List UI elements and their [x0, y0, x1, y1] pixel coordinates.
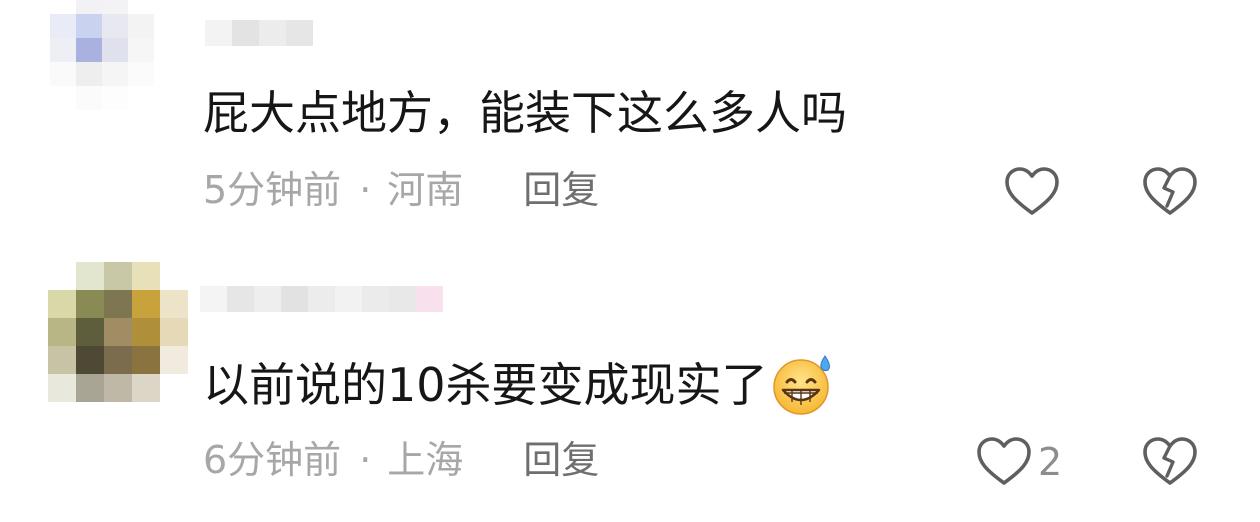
like-count: 2	[1038, 440, 1063, 484]
username-pixel	[286, 20, 313, 46]
username-pixel	[308, 286, 335, 312]
avatar-pixel	[160, 262, 188, 290]
avatar-pixel	[154, 38, 180, 62]
username-pixel	[416, 286, 443, 312]
reply-button[interactable]: 回复	[523, 436, 599, 484]
username-pixel	[200, 286, 227, 312]
avatar-pixel	[76, 346, 104, 374]
avatar-pixel	[102, 0, 128, 14]
avatar-pixel	[154, 62, 180, 86]
avatar-pixel	[132, 346, 160, 374]
avatar-pixel	[50, 38, 76, 62]
like-button[interactable]	[1004, 166, 1066, 218]
avatar-pixel	[128, 14, 154, 38]
avatar-pixel	[102, 14, 128, 38]
avatar-pixel	[154, 14, 180, 38]
avatar-pixel	[76, 86, 102, 110]
avatar-pixel	[160, 374, 188, 402]
avatar-pixel	[104, 262, 132, 290]
avatar-pixel	[128, 62, 154, 86]
avatar-pixel	[102, 62, 128, 86]
like-button[interactable]: 2	[976, 436, 1062, 488]
avatar-pixel	[76, 262, 104, 290]
avatar-pixel	[76, 318, 104, 346]
avatar-pixel	[128, 38, 154, 62]
broken-heart-icon	[1143, 437, 1197, 485]
avatar-pixel	[160, 346, 188, 374]
comment-time: 6分钟前	[203, 438, 342, 482]
avatar-pixel	[48, 290, 76, 318]
avatar-pixel	[132, 262, 160, 290]
avatar-pixel	[128, 86, 154, 110]
reply-button[interactable]: 回复	[523, 166, 599, 214]
avatar-pixel	[76, 374, 104, 402]
comment-meta: 6分钟前 · 上海 回复	[203, 436, 599, 484]
username-pixel	[259, 20, 286, 46]
username-pixel	[232, 20, 259, 46]
avatar-pixel	[76, 38, 102, 62]
comment-text-content: 以前说的10杀要变成现实了	[203, 358, 768, 412]
avatar-pixel	[104, 318, 132, 346]
username-blurred[interactable]	[200, 286, 443, 312]
avatar-pixel	[76, 62, 102, 86]
avatar-pixel	[50, 0, 76, 14]
dislike-button[interactable]	[1142, 166, 1198, 222]
username-pixel	[227, 286, 254, 312]
dislike-button[interactable]	[1142, 436, 1198, 492]
avatar-pixel	[48, 374, 76, 402]
avatar-pixel	[160, 290, 188, 318]
avatar-pixel	[132, 290, 160, 318]
comment-meta: 5分钟前 · 河南 回复	[203, 166, 599, 214]
heart-icon	[1005, 167, 1059, 215]
username-pixel	[335, 286, 362, 312]
username-pixel	[281, 286, 308, 312]
avatar-pixel	[104, 290, 132, 318]
heart-icon	[977, 437, 1031, 485]
comment-text: 以前说的10杀要变成现实了	[203, 352, 836, 418]
avatar-pixel	[50, 86, 76, 110]
broken-heart-icon	[1143, 167, 1197, 215]
avatar-pixel	[76, 290, 104, 318]
username-pixel	[362, 286, 389, 312]
username-pixel	[205, 20, 232, 46]
avatar-pixel	[76, 14, 102, 38]
comment-location: 河南	[387, 168, 464, 212]
username-blurred[interactable]	[205, 20, 313, 46]
avatar-pixel	[48, 346, 76, 374]
comment-text: 屁大点地方，能装下这么多人吗	[203, 85, 847, 141]
username-pixel	[389, 286, 416, 312]
avatar-pixel	[154, 0, 180, 14]
avatar[interactable]	[50, 0, 180, 110]
meta-separator: ·	[359, 438, 372, 482]
avatar-pixel	[132, 374, 160, 402]
avatar-pixel	[154, 86, 180, 110]
meta-separator: ·	[359, 168, 372, 212]
avatar-pixel	[102, 38, 128, 62]
avatar-pixel	[48, 262, 76, 290]
avatar[interactable]	[48, 262, 188, 402]
avatar-pixel	[132, 318, 160, 346]
comment-location: 上海	[387, 438, 464, 482]
avatar-pixel	[160, 318, 188, 346]
comment-item: 屁大点地方，能装下这么多人吗 5分钟前 · 河南 回复	[0, 0, 1260, 250]
avatar-pixel	[104, 346, 132, 374]
avatar-pixel	[48, 318, 76, 346]
grinning-sweat-emoji-icon	[772, 355, 830, 415]
comment-text-content: 屁大点地方，能装下这么多人吗	[203, 86, 847, 140]
username-pixel	[254, 286, 281, 312]
avatar-pixel	[50, 62, 76, 86]
comment-item: 以前说的10杀要变成现实了 6分钟前 · 上海 回复 2	[0, 250, 1260, 522]
avatar-pixel	[102, 86, 128, 110]
avatar-pixel	[50, 14, 76, 38]
comment-time: 5分钟前	[203, 168, 342, 212]
avatar-pixel	[76, 0, 102, 14]
avatar-pixel	[104, 374, 132, 402]
avatar-pixel	[128, 0, 154, 14]
